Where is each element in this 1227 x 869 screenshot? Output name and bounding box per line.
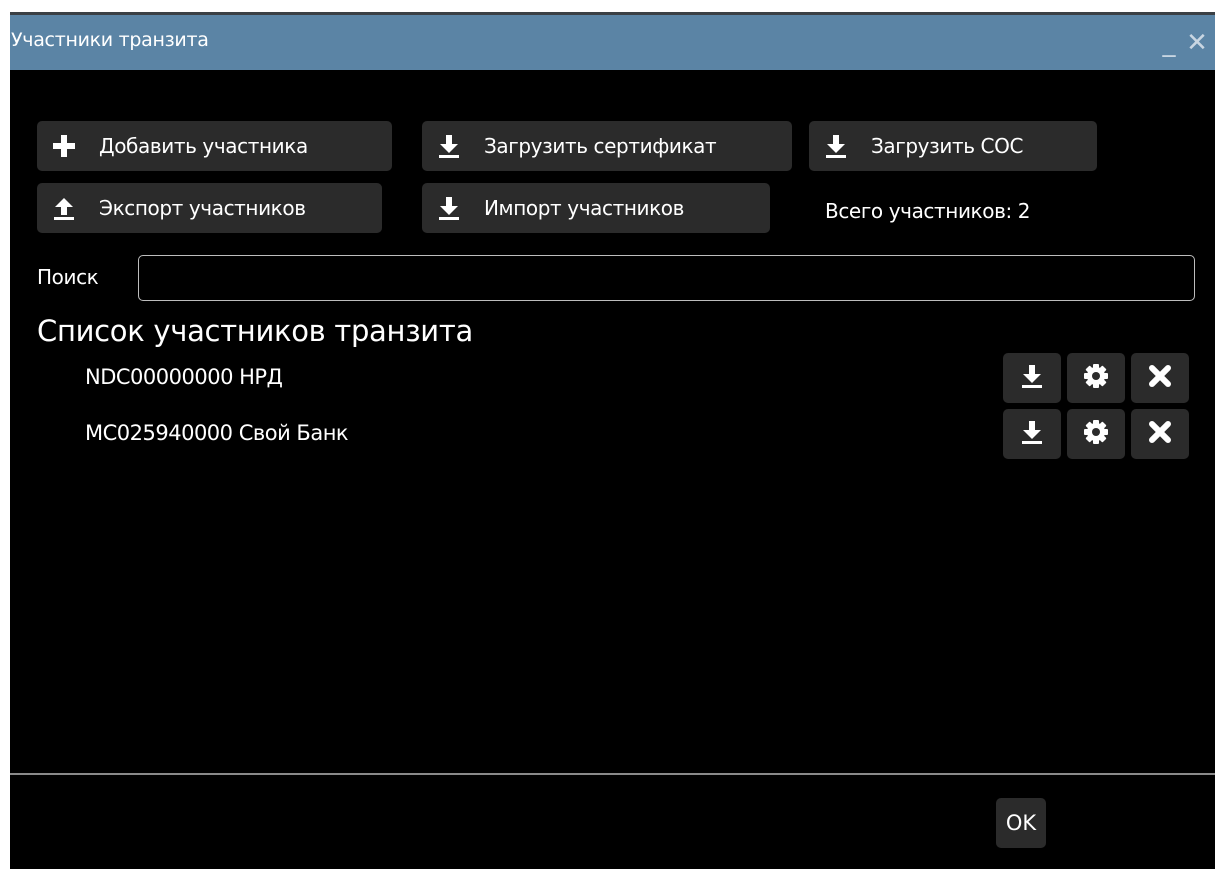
delete-participant-button[interactable] — [1131, 409, 1189, 459]
upload-crl-button[interactable]: Загрузить СОС — [809, 121, 1097, 171]
total-participants-count: Всего участников: 2 — [825, 199, 1031, 223]
search-label: Поиск — [37, 265, 99, 289]
gear-icon — [1082, 362, 1110, 394]
download-icon — [436, 133, 462, 159]
download-icon — [823, 133, 849, 159]
participants-list-heading: Список участников транзита — [37, 314, 473, 348]
upload-crl-label: Загрузить СОС — [871, 134, 1024, 158]
add-participant-label: Добавить участника — [99, 134, 308, 158]
download-icon — [436, 195, 462, 221]
upload-icon — [51, 195, 77, 221]
participant-settings-button[interactable] — [1067, 409, 1125, 459]
upload-certificate-label: Загрузить сертификат — [484, 134, 717, 158]
close-window-button[interactable]: ✕ — [1180, 23, 1214, 63]
export-participants-label: Экспорт участников — [99, 196, 306, 220]
participants-dialog: Участники транзита _ ✕ Добавить участник… — [10, 12, 1215, 869]
import-participants-button[interactable]: Импорт участников — [422, 183, 770, 233]
ok-button[interactable]: OK — [996, 798, 1046, 848]
participant-name: MC025940000 Свой Банк — [85, 421, 349, 445]
gear-icon — [1082, 418, 1110, 450]
upload-certificate-button[interactable]: Загрузить сертификат — [422, 121, 792, 171]
title-bar: Участники транзита _ ✕ — [10, 12, 1215, 70]
export-participants-button[interactable]: Экспорт участников — [37, 183, 382, 233]
search-input[interactable] — [138, 255, 1195, 301]
close-icon — [1146, 362, 1174, 394]
window-title: Участники транзита — [11, 29, 209, 51]
download-icon — [1018, 362, 1046, 394]
add-participant-button[interactable]: Добавить участника — [37, 121, 392, 171]
download-participant-button[interactable] — [1003, 409, 1061, 459]
participant-name: NDC00000000 НРД — [85, 365, 283, 389]
close-icon — [1146, 418, 1174, 450]
import-participants-label: Импорт участников — [484, 196, 684, 220]
plus-icon — [51, 133, 77, 159]
delete-participant-button[interactable] — [1131, 353, 1189, 403]
participant-settings-button[interactable] — [1067, 353, 1125, 403]
list-item: NDC00000000 НРД — [85, 353, 1195, 403]
download-icon — [1018, 418, 1046, 450]
footer-divider — [10, 773, 1215, 775]
list-item: MC025940000 Свой Банк — [85, 409, 1195, 459]
download-participant-button[interactable] — [1003, 353, 1061, 403]
